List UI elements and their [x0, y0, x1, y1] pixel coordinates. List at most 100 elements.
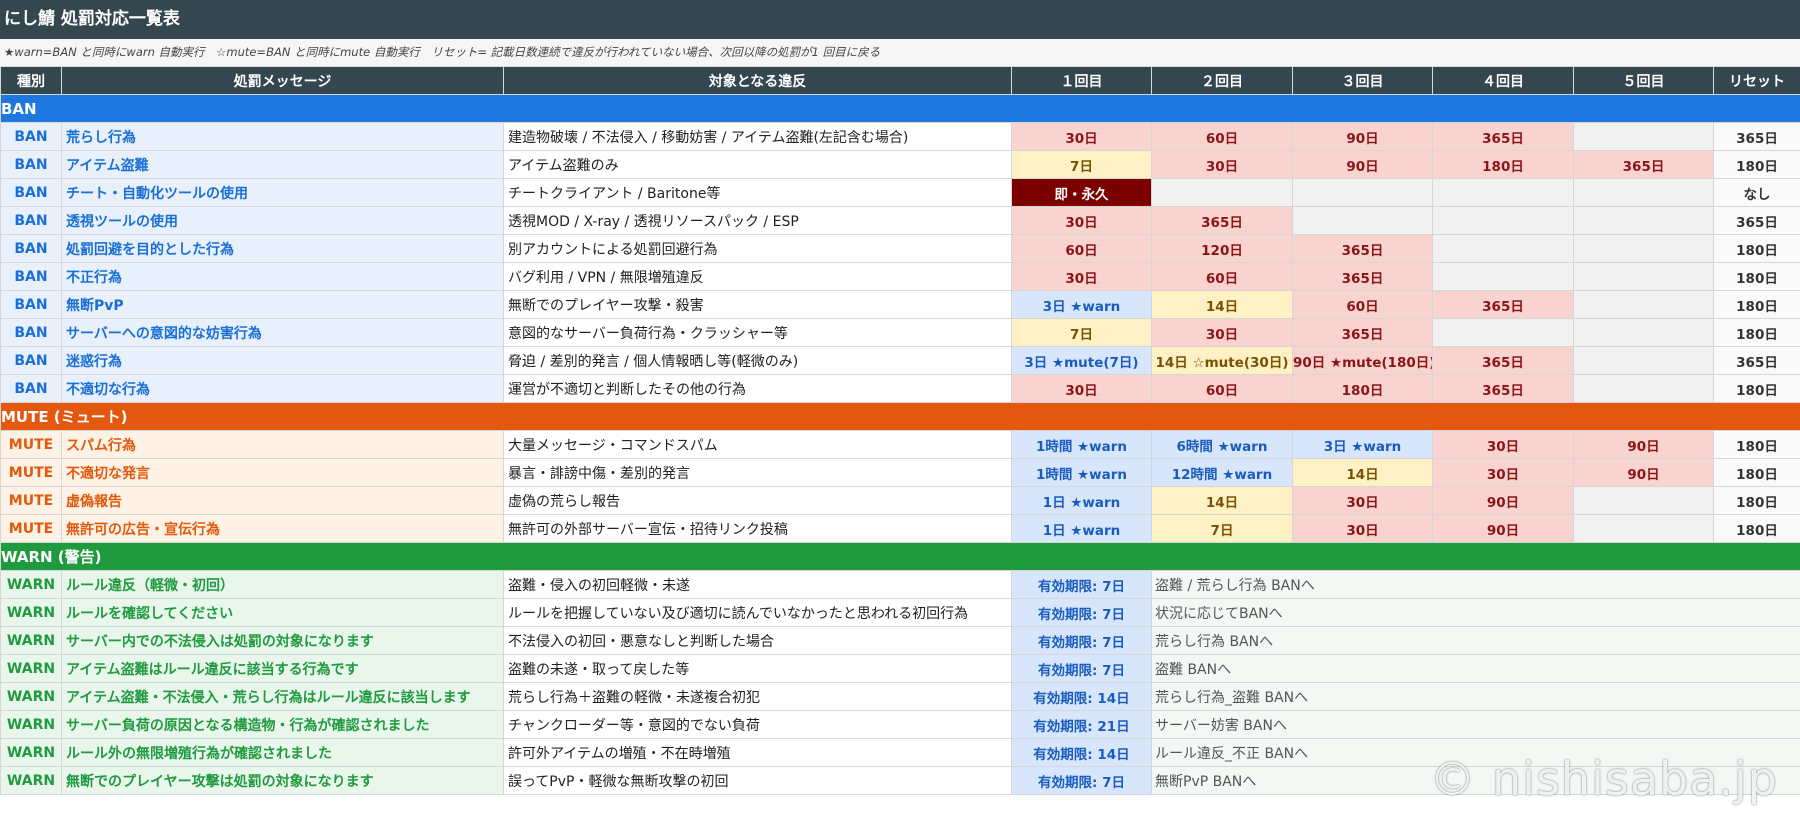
expiry-cell: 有効期限: 7日 [1011, 654, 1152, 683]
penalty-cell-1: 1日 ★warn [1011, 486, 1152, 515]
reset-cell: 180日 [1713, 486, 1800, 515]
penalty-cell-5 [1573, 234, 1714, 263]
violation-cell: 荒らし行為＋盗難の軽微・未遂複合初犯 [503, 682, 1012, 711]
reset-cell: 180日 [1713, 234, 1800, 263]
message-cell: 不適切な行為 [61, 374, 504, 403]
table-row: WARN ルール外の無限増殖行為が確認されました 許可外アイテムの増殖・不在時増殖有… [0, 738, 1800, 767]
violation-cell: チートクライアント / Baritone等 [503, 178, 1012, 207]
penalty-cell-2: 60日 [1151, 122, 1293, 151]
penalty-cell-2: 30日 [1151, 150, 1293, 179]
penalty-cell-4: 365日 [1432, 290, 1574, 319]
expiry-cell: 有効期限: 14日 [1011, 738, 1152, 767]
penalty-cell-1: 1日 ★warn [1011, 514, 1152, 543]
expiry-cell: 有効期限: 14日 [1011, 682, 1152, 711]
header-3rd: ３回目 [1292, 66, 1433, 95]
penalty-cell-1: 3日 ★mute(7日) [1011, 346, 1152, 375]
reset-cell: 180日 [1713, 290, 1800, 319]
violation-cell: バグ利用 / VPN / 無限増殖違反 [503, 262, 1012, 291]
reset-cell: 180日 [1713, 318, 1800, 347]
message-cell: チート・自動化ツールの使用 [61, 178, 504, 207]
penalty-cell-3: 30日 [1292, 486, 1433, 515]
penalty-cell-5 [1573, 514, 1714, 543]
table-row: BAN サーバーへの意図的な妨害行為 意図的なサーバー負荷行為・クラッシャー等 7日 3… [0, 318, 1800, 347]
kind-cell: MUTE [0, 486, 62, 515]
message-cell: ルール外の無限増殖行為が確認されました [61, 738, 504, 767]
penalty-cell-3: 365日 [1292, 262, 1433, 291]
penalty-cell-2: 7日 [1151, 514, 1293, 543]
penalty-cell-3: 180日 [1292, 374, 1433, 403]
page-title: にし鯖 処罰対応一覧表 [0, 0, 1800, 39]
table-row: BAN 不正行為 バグ利用 / VPN / 無限増殖違反 30日 60日 365日 180日 [0, 262, 1800, 291]
table-row: BAN チート・自動化ツールの使用 チートクライアント / Baritone等 即・永… [0, 178, 1800, 207]
header-reset: リセット [1713, 66, 1800, 95]
penalty-cell-3: 30日 [1292, 514, 1433, 543]
penalty-cell-3: 365日 [1292, 234, 1433, 263]
penalty-cell-2: 30日 [1151, 318, 1293, 347]
reset-cell: 180日 [1713, 374, 1800, 403]
table-row: BAN 迷惑行為 脅迫 / 差別的発言 / 個人情報晒し等(軽微のみ) 3日 ★mut… [0, 346, 1800, 375]
penalty-cell-2: 14日 [1151, 290, 1293, 319]
penalty-cell-3: 60日 [1292, 290, 1433, 319]
penalty-cell-1: 30日 [1011, 262, 1152, 291]
penalty-cell-4: 365日 [1432, 374, 1574, 403]
penalty-cell-5 [1573, 346, 1714, 375]
penalty-cell-5: 365日 [1573, 150, 1714, 179]
section-label: WARN (警告) [0, 542, 1800, 571]
penalty-cell-5 [1573, 318, 1714, 347]
penalty-cell-5 [1573, 122, 1714, 151]
kind-cell: BAN [0, 206, 62, 235]
kind-cell: BAN [0, 178, 62, 207]
table-row: WARN アイテム盗難・不法侵入・荒らし行為はルール違反に該当します 荒らし行為＋盗… [0, 682, 1800, 711]
penalty-cell-1: 30日 [1011, 374, 1152, 403]
message-cell: 無許可の広告・宣伝行為 [61, 514, 504, 543]
expiry-cell: 有効期限: 7日 [1011, 598, 1152, 627]
message-cell: 透視ツールの使用 [61, 206, 504, 235]
escalation-note-cell: 盗難 BANへ [1151, 654, 1800, 683]
table-row: WARN 無断でのプレイヤー攻撃は処罰の対象になります 誤ってPvP・軽微な無断攻撃… [0, 766, 1800, 795]
message-cell: アイテム盗難はルール違反に該当する行為です [61, 654, 504, 683]
header-violation: 対象となる違反 [503, 66, 1012, 95]
penalty-cell-4: 365日 [1432, 122, 1574, 151]
table-row: WARN サーバー負荷の原因となる構造物・行為が確認されました チャンクローダー等・… [0, 710, 1800, 739]
penalty-cell-5 [1573, 486, 1714, 515]
reset-cell: 365日 [1713, 122, 1800, 151]
penalty-cell-4: 90日 [1432, 514, 1574, 543]
table-row: BAN 不適切な行為 運営が不適切と判断したその他の行為 30日 60日 180日 365日… [0, 374, 1800, 403]
violation-cell: 運営が不適切と判断したその他の行為 [503, 374, 1012, 403]
violation-cell: 別アカウントによる処罰回避行為 [503, 234, 1012, 263]
table-row: BAN アイテム盗難 アイテム盗難のみ 7日 30日 90日 180日 365日 180日 [0, 150, 1800, 179]
reset-cell: 180日 [1713, 514, 1800, 543]
expiry-cell: 有効期限: 7日 [1011, 570, 1152, 599]
expiry-cell: 有効期限: 7日 [1011, 766, 1152, 795]
penalty-cell-2: 14日 [1151, 486, 1293, 515]
violation-cell: 誤ってPvP・軽微な無断攻撃の初回 [503, 766, 1012, 795]
message-cell: ルールを確認してください [61, 598, 504, 627]
reset-cell: 180日 [1713, 430, 1800, 459]
kind-cell: WARN [0, 738, 62, 767]
header-1st: １回目 [1011, 66, 1152, 95]
violation-cell: 暴言・誹謗中傷・差別的発言 [503, 458, 1012, 487]
penalty-cell-1: 3日 ★warn [1011, 290, 1152, 319]
message-cell: 虚偽報告 [61, 486, 504, 515]
penalty-cell-4: 30日 [1432, 430, 1574, 459]
violation-cell: 虚偽の荒らし報告 [503, 486, 1012, 515]
violation-cell: 許可外アイテムの増殖・不在時増殖 [503, 738, 1012, 767]
table-row: WARN ルールを確認してください ルールを把握していない及び適切に読んでいなかった… [0, 598, 1800, 627]
penalty-cell-1: 7日 [1011, 150, 1152, 179]
kind-cell: MUTE [0, 430, 62, 459]
kind-cell: BAN [0, 346, 62, 375]
table-row: MUTE 不適切な発言 暴言・誹謗中傷・差別的発言 1時間 ★warn 12時間 ★wa… [0, 458, 1800, 487]
penalty-cell-2: 60日 [1151, 374, 1293, 403]
violation-cell: 意図的なサーバー負荷行為・クラッシャー等 [503, 318, 1012, 347]
table-row: MUTE 無許可の広告・宣伝行為 無許可の外部サーバー宣伝・招待リンク投稿 1日 ★w… [0, 514, 1800, 543]
message-cell: 無断でのプレイヤー攻撃は処罰の対象になります [61, 766, 504, 795]
message-cell: サーバー負荷の原因となる構造物・行為が確認されました [61, 710, 504, 739]
kind-cell: WARN [0, 710, 62, 739]
penalty-cell-1: 30日 [1011, 206, 1152, 235]
header-row: 種別 処罰メッセージ 対象となる違反 １回目 ２回目 ３回目 ４回目 ５回目 リ… [0, 66, 1800, 95]
legend-note: ★warn=BAN と同時にwarn 自動実行 ☆mute=BAN と同時にmu… [0, 39, 1800, 66]
penalty-cell-2: 60日 [1151, 262, 1293, 291]
penalty-cell-3: 365日 [1292, 318, 1433, 347]
violation-cell: チャンクローダー等・意図的でない負荷 [503, 710, 1012, 739]
kind-cell: WARN [0, 626, 62, 655]
